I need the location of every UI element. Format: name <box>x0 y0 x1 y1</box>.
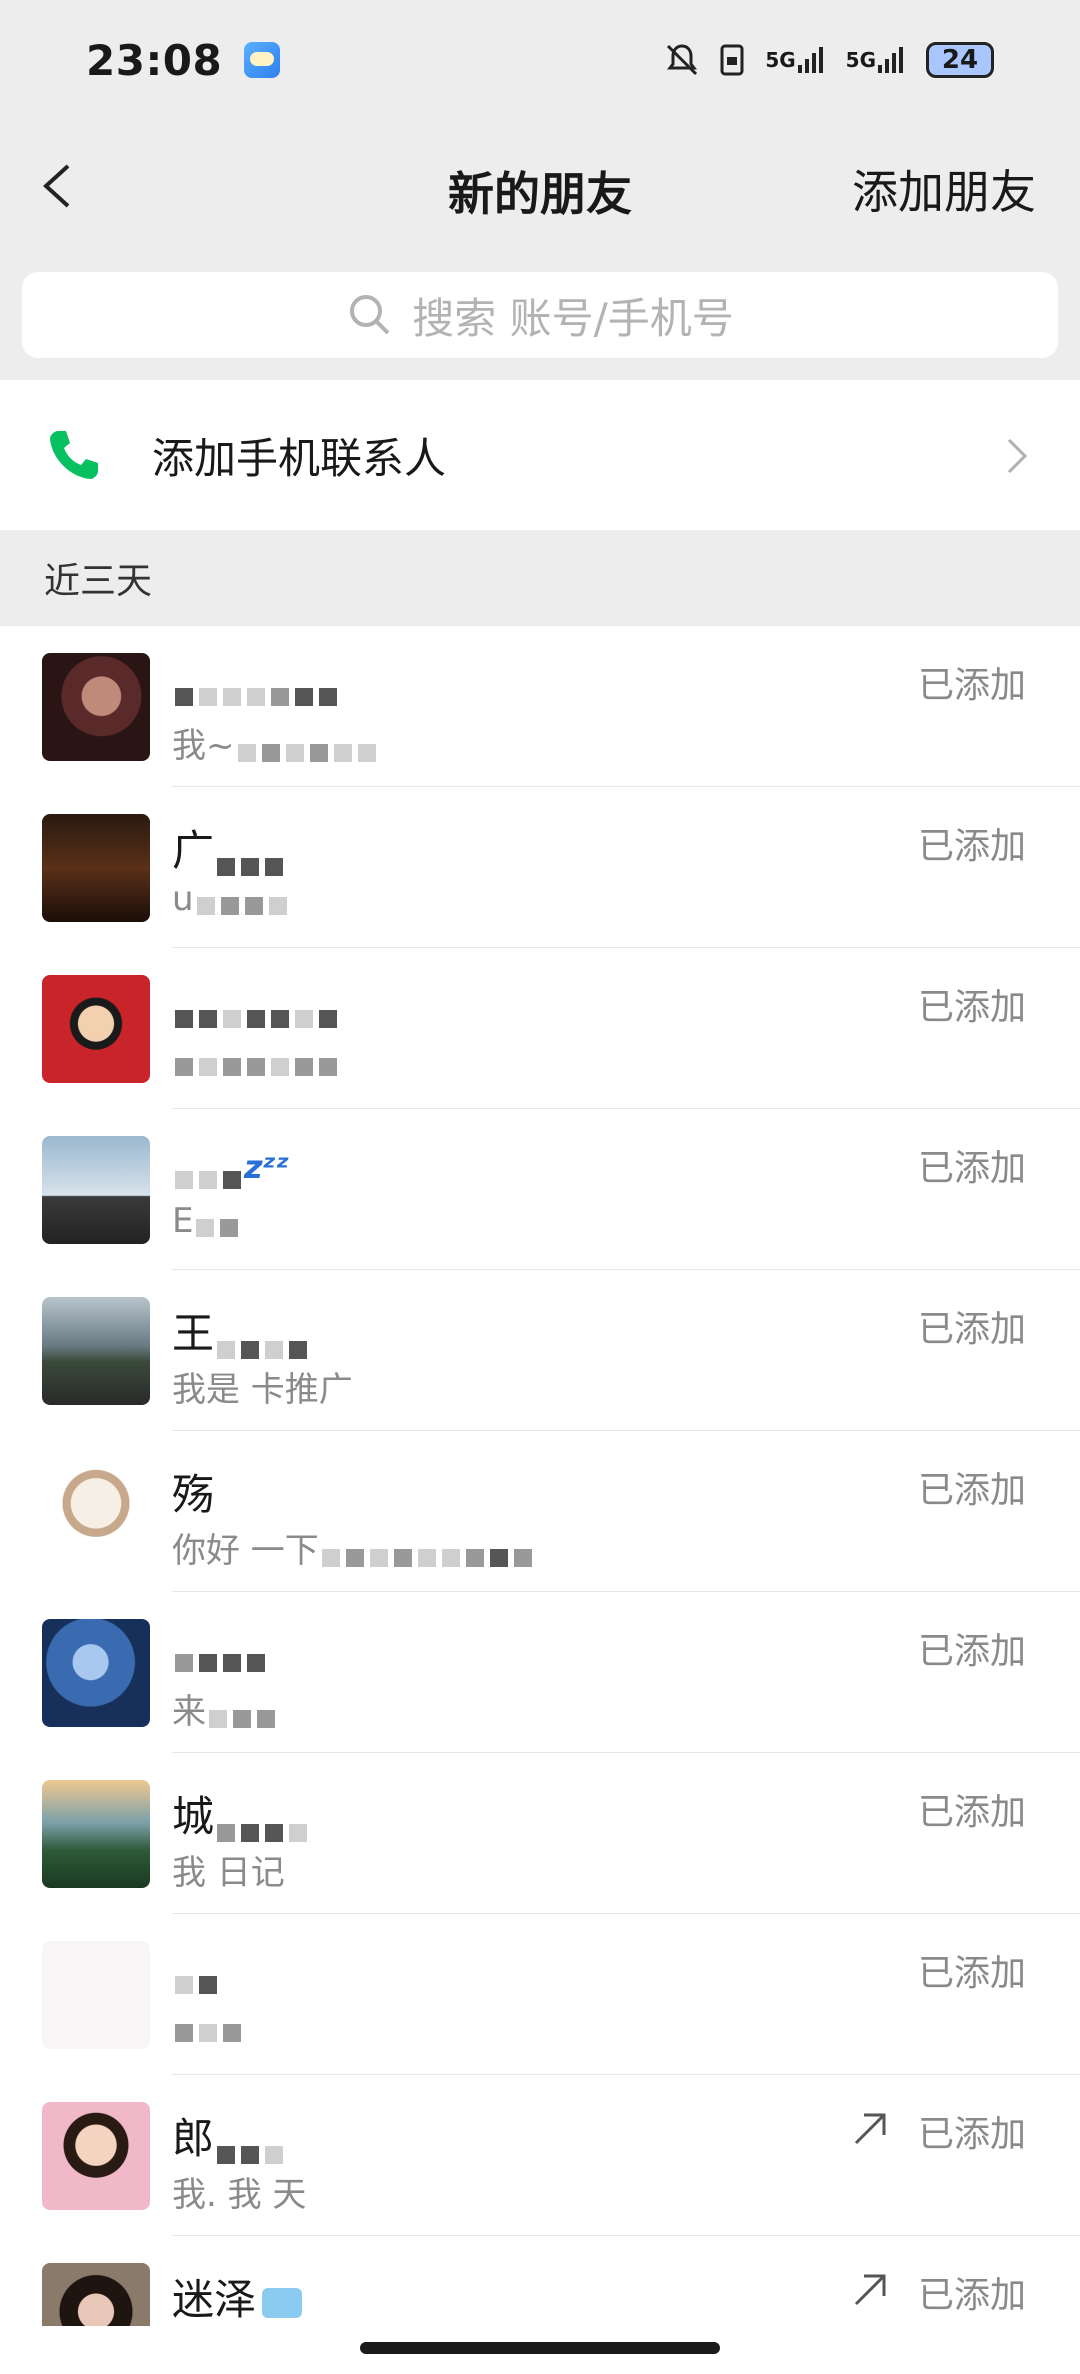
added-status: 已添加 <box>917 1953 1026 1994</box>
added-status: 已添加 <box>917 1631 1026 1672</box>
friend-name: 迷泽 <box>172 2266 303 2326</box>
added-status: 已添加 <box>917 665 1026 706</box>
list-item[interactable]: 来 已添加 <box>0 1592 1080 1753</box>
avatar <box>42 1941 150 2049</box>
list-item[interactable]: 广 u 已添加 <box>0 787 1080 948</box>
phone-icon <box>50 431 98 479</box>
added-status: 已添加 <box>917 1309 1026 1350</box>
redacted-block <box>235 731 379 765</box>
redacted-block <box>319 1536 535 1570</box>
avatar <box>42 1136 150 1244</box>
list-item[interactable]: 已添加 <box>0 948 1080 1109</box>
friend-name: 殇 <box>172 1470 215 1519</box>
added-status: 已添加 <box>917 1792 1026 1833</box>
friend-message: 我~ <box>172 718 379 767</box>
redacted-block <box>193 1206 241 1240</box>
status-time: 23:08 <box>86 35 223 85</box>
friend-name <box>172 1944 220 1994</box>
avatar <box>42 2263 150 2326</box>
battery-indicator: 24 <box>926 42 994 78</box>
list-item[interactable]: 已添加 <box>0 1914 1080 2075</box>
network-label-2: 5G <box>845 48 876 72</box>
redacted-block <box>172 1955 220 1994</box>
added-status: 已添加 <box>917 987 1026 1028</box>
avatar <box>42 1297 150 1405</box>
redacted-block <box>214 1803 310 1842</box>
avatar <box>42 1780 150 1888</box>
avatar <box>42 2102 150 2210</box>
friend-name <box>172 1622 268 1672</box>
friend-name <box>172 656 340 706</box>
friend-message <box>172 1040 340 1080</box>
redacted-block <box>206 1697 278 1731</box>
add-phone-contacts-item[interactable]: 添加手机联系人 <box>0 380 1080 530</box>
sticker-icon <box>262 2287 303 2318</box>
list-item[interactable]: 王 我是 卡推广 已添加 <box>0 1270 1080 1431</box>
avatar <box>42 975 150 1083</box>
added-status: 已添加 <box>917 1148 1026 1189</box>
sim-icon <box>719 42 745 78</box>
section-header-recent: 近三天 <box>44 561 153 602</box>
search-icon <box>350 295 390 335</box>
redacted-block <box>194 884 290 918</box>
redacted-block <box>172 1045 340 1079</box>
avatar <box>42 814 150 922</box>
search-placeholder: 搜索 账号/手机号 <box>412 293 734 343</box>
friend-message: E <box>172 1201 241 1241</box>
friend-name: 广 <box>172 817 286 878</box>
friend-name <box>172 978 340 1028</box>
friend-message: 你好 一下 <box>172 1523 535 1572</box>
friend-message: u <box>172 879 290 919</box>
added-status: 已添加 <box>917 2275 1026 2316</box>
status-bar: 23:08 5G 5G 24 <box>0 0 1080 120</box>
home-indicator[interactable] <box>360 2342 720 2354</box>
list-item[interactable]: zᶻᶻ E 已添加 <box>0 1109 1080 1270</box>
redacted-block <box>172 989 340 1028</box>
mute-icon <box>665 42 699 78</box>
added-status: 已添加 <box>917 826 1026 867</box>
friend-message <box>172 2006 244 2046</box>
network-label-1: 5G <box>765 48 796 72</box>
add-friend-button[interactable]: 添加朋友 <box>852 156 1036 222</box>
friend-name: 王 <box>172 1300 310 1361</box>
redacted-block <box>172 2011 244 2045</box>
redacted-block <box>214 2125 286 2164</box>
redacted-block <box>172 1150 244 1189</box>
list-item[interactable]: 殇 你好 一下 已添加 <box>0 1431 1080 1592</box>
friend-message: 我 日记 <box>172 1853 285 1893</box>
friend-name: 郎 <box>172 2105 286 2166</box>
friend-name: zᶻᶻ <box>172 1139 289 1189</box>
friend-message: 我是 卡推广 <box>172 1370 353 1410</box>
avatar <box>42 653 150 761</box>
friend-request-list: 我~ 已添加 广 u 已添加 已添加 zᶻᶻ E 已添加 王 我是 卡推广 已添… <box>0 626 1080 2326</box>
redacted-block <box>214 1320 310 1359</box>
signal-5g-icon: 5G <box>765 42 825 78</box>
chevron-right-icon <box>1007 438 1028 474</box>
search-input[interactable]: 搜索 账号/手机号 <box>22 272 1058 358</box>
signal-5g-icon: 5G <box>846 42 906 78</box>
weather-icon <box>244 42 281 78</box>
list-item[interactable]: 郎 我. 我 天 已添加 <box>0 2075 1080 2236</box>
arrow-up-right-icon <box>854 2113 886 2145</box>
add-phone-contacts-label: 添加手机联系人 <box>152 433 447 483</box>
list-item[interactable]: 迷泽 已添加 <box>0 2236 1080 2326</box>
friend-message: 来 <box>172 1684 278 1733</box>
arrow-up-right-icon <box>854 2274 886 2306</box>
redacted-block <box>172 1633 268 1672</box>
list-item[interactable]: 城 我 日记 已添加 <box>0 1753 1080 1914</box>
avatar <box>42 1458 150 1566</box>
redacted-block <box>214 837 286 876</box>
friend-message: 我. 我 天 <box>172 2175 307 2215</box>
redacted-block <box>172 667 340 706</box>
list-item[interactable]: 我~ 已添加 <box>0 626 1080 787</box>
added-status: 已添加 <box>917 1470 1026 1511</box>
friend-name: 城 <box>172 1783 310 1844</box>
nav-bar: 新的朋友 添加朋友 <box>0 120 1080 250</box>
status-icons: 5G 5G 24 <box>665 42 994 78</box>
avatar <box>42 1619 150 1727</box>
added-status: 已添加 <box>917 2114 1026 2155</box>
